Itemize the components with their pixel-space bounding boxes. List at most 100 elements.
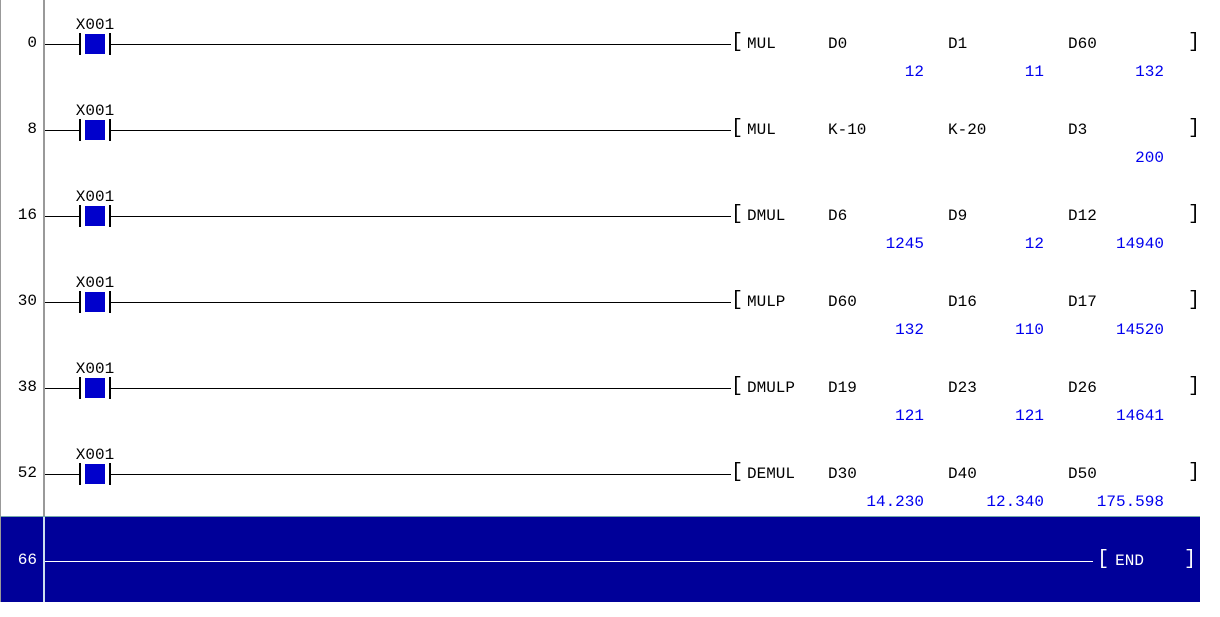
instruction-opcode: MUL: [743, 35, 828, 53]
ladder-rung[interactable]: 8X001[MULK-10K-20D3200]: [1, 86, 1200, 172]
instruction-operand: K-10: [828, 121, 948, 139]
operand-value: 12: [905, 63, 924, 81]
ladder-editor[interactable]: 0X001[MULD012D111D60132]8X001[MULK-10K-2…: [0, 0, 1200, 602]
rung-body[interactable]: X001[MULPD60132D16110D1714520]: [45, 258, 1200, 344]
instruction-operand: D50175.598: [1068, 465, 1188, 483]
operand-name: D3: [1068, 121, 1188, 139]
operand-name: D17: [1068, 293, 1188, 311]
instruction-opcode: DMUL: [743, 207, 828, 225]
instruction-block[interactable]: [MULD012D111D60132]: [731, 30, 1200, 53]
ladder-rung[interactable]: 30X001[MULPD60132D16110D1714520]: [1, 258, 1200, 344]
step-number: 30: [1, 258, 45, 344]
rung-body[interactable]: X001[DMULPD19121D23121D2614641]: [45, 344, 1200, 430]
contact-on-indicator: [85, 120, 105, 140]
contact-label: X001: [55, 446, 135, 464]
rung-body[interactable]: X001[MULD012D111D60132]: [45, 0, 1200, 86]
instruction-operand: D23121: [948, 379, 1068, 397]
step-number: 38: [1, 344, 45, 430]
bracket-right-icon: ]: [1188, 464, 1200, 482]
operand-name: D12: [1068, 207, 1188, 225]
instruction-block[interactable]: [MULPD60132D16110D1714520]: [731, 288, 1200, 311]
operand-name: D30: [828, 465, 948, 483]
contact-on-indicator: [85, 34, 105, 54]
instruction-operand: D3200: [1068, 121, 1188, 139]
contact-label: X001: [55, 188, 135, 206]
instruction-operand: D2614641: [1068, 379, 1188, 397]
operand-value: 14.230: [866, 493, 924, 511]
operand-name: D23: [948, 379, 1068, 397]
operand-value: 1245: [886, 235, 924, 253]
operand-value: 14641: [1116, 407, 1164, 425]
ladder-rung[interactable]: 52X001[DEMULD3014.230D4012.340D50175.598…: [1, 430, 1200, 516]
rung-body[interactable]: X001[DEMULD3014.230D4012.340D50175.598]: [45, 430, 1200, 516]
instruction-operand: D19121: [828, 379, 948, 397]
operand-name: D1: [948, 35, 1068, 53]
operand-value: 132: [895, 321, 924, 339]
ladder-rung[interactable]: 16X001[DMULD61245D912D1214940]: [1, 172, 1200, 258]
operand-name: D16: [948, 293, 1068, 311]
end-rung[interactable]: 66 [END]: [1, 516, 1200, 602]
bracket-left-icon: [: [1097, 551, 1109, 569]
contact-on-indicator: [85, 464, 105, 484]
operand-name: D50: [1068, 465, 1188, 483]
operand-value: 11: [1025, 63, 1044, 81]
contact-label: X001: [55, 16, 135, 34]
operand-name: D26: [1068, 379, 1188, 397]
operand-value: 121: [1015, 407, 1044, 425]
operand-name: D40: [948, 465, 1068, 483]
instruction-opcode: MULP: [743, 293, 828, 311]
contact-label: X001: [55, 360, 135, 378]
bracket-right-icon: ]: [1188, 206, 1200, 224]
instruction-operand: K-20: [948, 121, 1068, 139]
bracket-left-icon: [: [731, 464, 743, 482]
instruction-block[interactable]: [DEMULD3014.230D4012.340D50175.598]: [731, 460, 1200, 483]
operand-value: 132: [1135, 63, 1164, 81]
operand-name: D9: [948, 207, 1068, 225]
rung-body[interactable]: X001[MULK-10K-20D3200]: [45, 86, 1200, 172]
bracket-left-icon: [: [731, 206, 743, 224]
instruction-operand: D912: [948, 207, 1068, 225]
contact-on-indicator: [85, 292, 105, 312]
instruction-operand: D3014.230: [828, 465, 948, 483]
bracket-right-icon: ]: [1188, 120, 1200, 138]
step-number: 52: [1, 430, 45, 516]
instruction-block[interactable]: [DMULD61245D912D1214940]: [731, 202, 1200, 225]
operand-name: D60: [828, 293, 948, 311]
instruction-operand: D1714520: [1068, 293, 1188, 311]
operand-value: 12.340: [986, 493, 1044, 511]
instruction-operand: D61245: [828, 207, 948, 225]
ladder-rung[interactable]: 0X001[MULD012D111D60132]: [1, 0, 1200, 86]
operand-value: 121: [895, 407, 924, 425]
contact-on-indicator: [85, 206, 105, 226]
instruction-opcode: DEMUL: [743, 465, 828, 483]
bracket-left-icon: [: [731, 292, 743, 310]
end-instruction[interactable]: [END]: [1093, 552, 1200, 570]
bracket-left-icon: [: [731, 378, 743, 396]
operand-name: D0: [828, 35, 948, 53]
step-number: 16: [1, 172, 45, 258]
bracket-left-icon: [: [731, 120, 743, 138]
instruction-operand: D012: [828, 35, 948, 53]
instruction-operand: D60132: [1068, 35, 1188, 53]
bracket-right-icon: ]: [1188, 34, 1200, 52]
operand-value: 14940: [1116, 235, 1164, 253]
instruction-opcode: END: [1109, 552, 1184, 570]
ladder-rung[interactable]: 38X001[DMULPD19121D23121D2614641]: [1, 344, 1200, 430]
operand-value: 110: [1015, 321, 1044, 339]
instruction-block[interactable]: [DMULPD19121D23121D2614641]: [731, 374, 1200, 397]
rung-body[interactable]: X001[DMULD61245D912D1214940]: [45, 172, 1200, 258]
bracket-right-icon: ]: [1188, 292, 1200, 310]
operand-name: D19: [828, 379, 948, 397]
bracket-right-icon: ]: [1188, 378, 1200, 396]
instruction-opcode: DMULP: [743, 379, 828, 397]
operand-value: 175.598: [1097, 493, 1164, 511]
operand-value: 200: [1135, 149, 1164, 167]
instruction-block[interactable]: [MULK-10K-20D3200]: [731, 116, 1200, 139]
bracket-right-icon: ]: [1184, 551, 1196, 569]
contact-label: X001: [55, 274, 135, 292]
step-number: 66: [1, 517, 45, 602]
bracket-left-icon: [: [731, 34, 743, 52]
rung-body[interactable]: [END]: [45, 517, 1200, 602]
instruction-operand: D1214940: [1068, 207, 1188, 225]
operand-name: D60: [1068, 35, 1188, 53]
